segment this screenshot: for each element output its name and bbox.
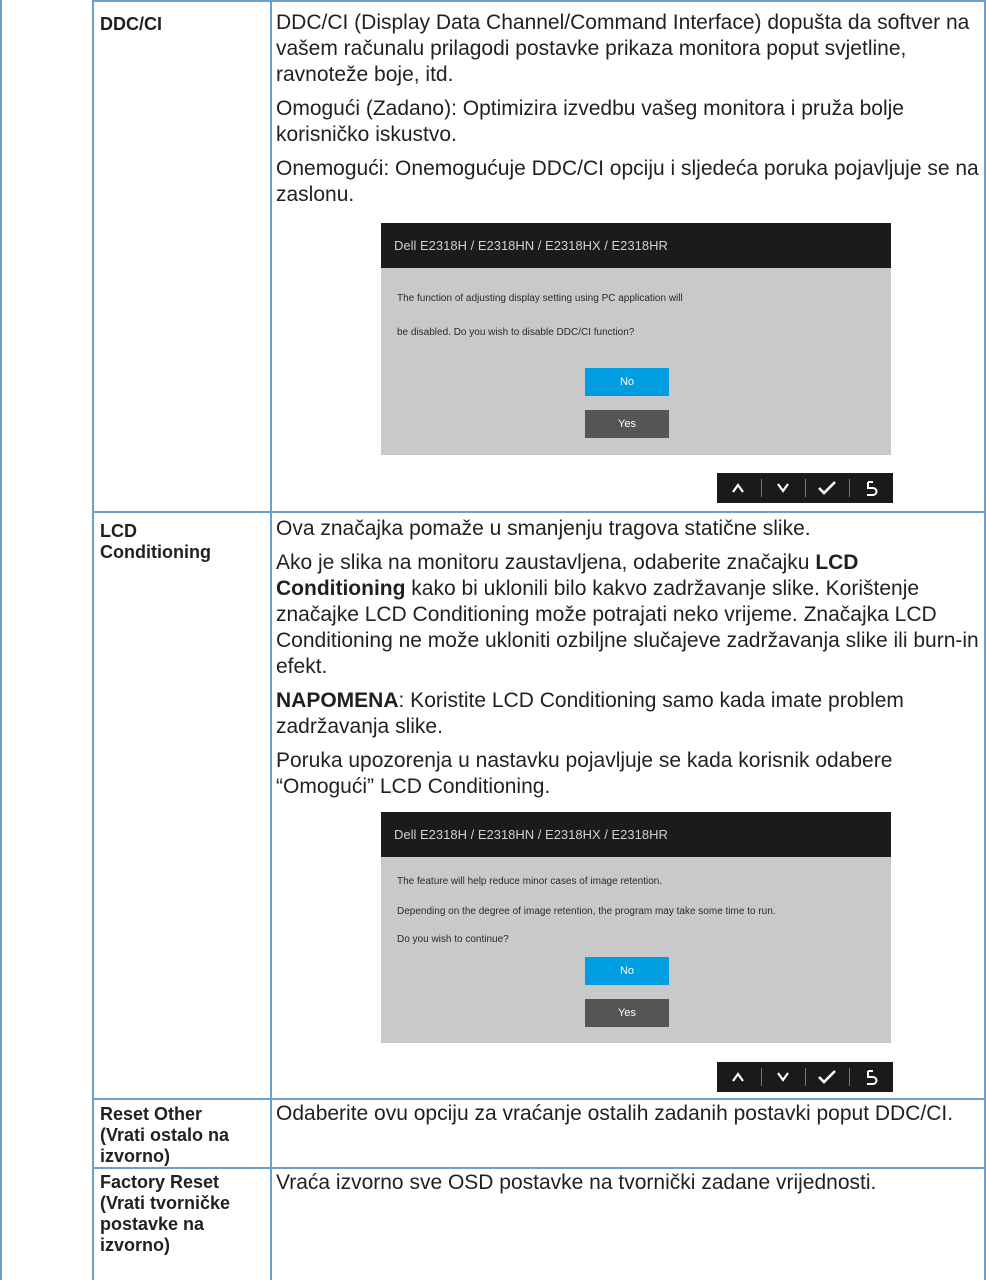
osd-dialog-lcd: Dell E2318H / E2318HN / E2318HX / E2318H… <box>381 812 891 1043</box>
note-label: NAPOMENA <box>276 689 399 712</box>
setting-desc-factory-reset: Vraća izvorno sve OSD postavke na tvorni… <box>276 1170 982 1204</box>
row-divider <box>92 511 986 513</box>
ddcci-paragraph: DDC/CI (Display Data Channel/Command Int… <box>276 11 970 86</box>
osd-dialog-message: The function of adjusting display settin… <box>397 293 683 304</box>
setting-name-line: Reset Other <box>100 1104 203 1124</box>
check-icon[interactable] <box>806 473 848 503</box>
settings-table: DDC/CI DDC/CI (Display Data Channel/Comm… <box>0 0 986 1280</box>
setting-name-reset-other: Reset Other (Vrati ostalo na izvorno) <box>100 1104 266 1167</box>
setting-name-line: (Vrati ostalo na <box>100 1125 230 1145</box>
setting-desc-reset-other: Odaberite ovu opciju za vraćanje ostalih… <box>276 1101 982 1135</box>
row-divider <box>92 1098 986 1100</box>
setting-name-line: (Vrati tvorničke <box>100 1193 231 1213</box>
check-icon[interactable] <box>806 1062 848 1092</box>
lcd-note: NAPOMENA: Koristite LCD Conditioning sam… <box>276 688 982 740</box>
osd-nav-bar <box>717 1062 893 1092</box>
lcd-text: Ako je slika na monitoru zaustavljena, o… <box>276 551 816 574</box>
osd-nav-bar <box>717 473 893 503</box>
lcd-paragraph: Ova značajka pomaže u smanjenju tragova … <box>276 517 811 540</box>
setting-name-ddcci: DDC/CI <box>100 14 162 34</box>
reset-other-paragraph: Odaberite ovu opciju za vraćanje ostalih… <box>276 1102 954 1125</box>
setting-name-line: izvorno) <box>100 1146 170 1166</box>
up-arrow-icon[interactable] <box>717 1062 759 1092</box>
ddcci-paragraph: Omogući (Zadano): Optimizira izvedbu vaš… <box>276 97 904 146</box>
setting-name-line: Factory Reset <box>100 1172 220 1192</box>
ddcci-paragraph: Onemogući: Onemogućuje DDC/CI opciju i s… <box>276 157 979 206</box>
osd-dialog-title: Dell E2318H / E2318HN / E2318HX / E2318H… <box>381 812 891 857</box>
yes-button[interactable]: Yes <box>585 999 669 1027</box>
row-divider <box>92 1167 986 1169</box>
back-icon[interactable] <box>850 1062 892 1092</box>
down-arrow-icon[interactable] <box>762 473 804 503</box>
table-border-col2 <box>270 0 272 1280</box>
setting-name-line: postavke na <box>100 1214 205 1234</box>
table-border-col1 <box>92 0 94 1280</box>
setting-name-line: LCD <box>100 521 137 541</box>
setting-desc-lcd-conditioning: Ova značajka pomaže u smanjenju tragova … <box>276 516 982 808</box>
osd-dialog-title: Dell E2318H / E2318HN / E2318HX / E2318H… <box>381 223 891 268</box>
up-arrow-icon[interactable] <box>717 473 759 503</box>
lcd-paragraph: Ako je slika na monitoru zaustavljena, o… <box>276 550 982 680</box>
setting-desc-ddcci: DDC/CI (Display Data Channel/Command Int… <box>276 10 982 216</box>
factory-reset-paragraph: Vraća izvorno sve OSD postavke na tvorni… <box>276 1171 877 1194</box>
yes-button[interactable]: Yes <box>585 410 669 438</box>
setting-name-factory-reset: Factory Reset (Vrati tvorničke postavke … <box>100 1172 266 1256</box>
down-arrow-icon[interactable] <box>762 1062 804 1092</box>
back-icon[interactable] <box>850 473 892 503</box>
osd-dialog-message: The feature will help reduce minor cases… <box>397 876 663 887</box>
setting-name-line: Conditioning <box>100 542 211 562</box>
table-border-left <box>0 0 2 1280</box>
setting-name-line: izvorno) <box>100 1235 170 1255</box>
osd-dialog-message: Do you wish to continue? <box>397 934 509 945</box>
osd-dialog-message: be disabled. Do you wish to disable DDC/… <box>397 327 635 338</box>
no-button[interactable]: No <box>585 957 669 985</box>
osd-dialog-message: Depending on the degree of image retenti… <box>397 906 776 917</box>
setting-name-lcd-conditioning: LCD Conditioning <box>100 521 266 563</box>
osd-dialog-ddcci: Dell E2318H / E2318HN / E2318HX / E2318H… <box>381 223 891 455</box>
table-border-top <box>92 0 986 2</box>
no-button[interactable]: No <box>585 368 669 396</box>
lcd-paragraph: Poruka upozorenja u nastavku pojavljuje … <box>276 749 893 798</box>
